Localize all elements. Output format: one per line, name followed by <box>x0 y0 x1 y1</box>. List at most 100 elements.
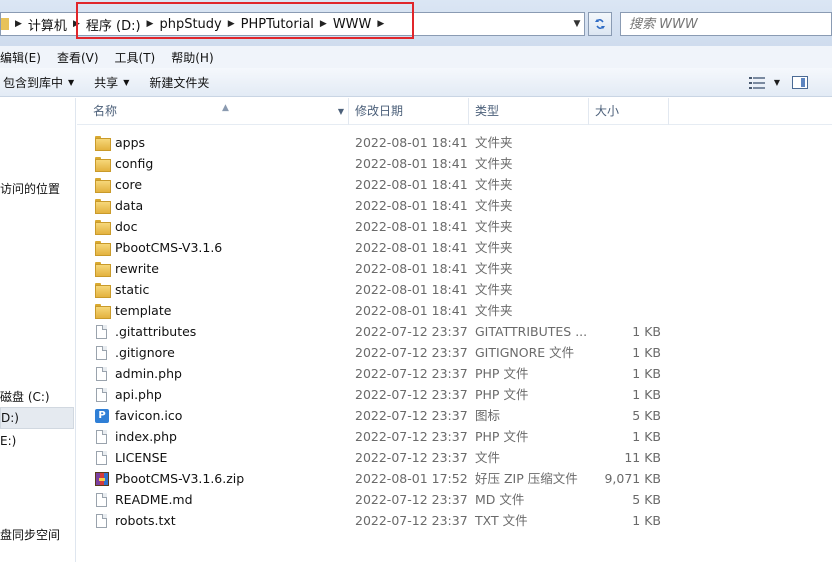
folder-icon-cell <box>95 258 111 279</box>
breadcrumb-computer[interactable]: 计算机 <box>24 15 73 34</box>
share-button[interactable]: 共享 ▼ <box>84 74 139 91</box>
file-list: apps 2022-08-01 18:41 文件夹 config 2022-08-01 … <box>77 132 832 531</box>
file-date: 2022-07-12 23:37 <box>355 492 468 507</box>
file-row[interactable]: admin.php 2022-07-12 23:37 PHP 文件 1 KB <box>77 363 832 384</box>
file-type: 文件夹 <box>475 303 513 318</box>
folder-icon <box>95 241 111 256</box>
chevron-down-icon[interactable]: ▼ <box>774 78 780 87</box>
file-name: template <box>115 303 172 318</box>
folder-icon <box>1 18 9 30</box>
file-size: 9,071 KB <box>604 471 661 486</box>
file-size: 1 KB <box>632 387 661 402</box>
file-type: 文件夹 <box>475 135 513 150</box>
address-history-dropdown[interactable]: ▼ <box>570 13 584 35</box>
search-box[interactable] <box>620 12 832 36</box>
file-size: 5 KB <box>632 492 661 507</box>
column-header-size[interactable]: 大小 <box>589 98 669 125</box>
nav-item-recent-places[interactable]: 访问的位置 <box>0 180 60 197</box>
folder-icon-cell <box>95 300 111 321</box>
file-type: PHP 文件 <box>475 366 529 381</box>
include-in-library-button[interactable]: 包含到库中 ▼ <box>0 74 84 91</box>
file-row[interactable]: .gitattributes 2022-07-12 23:37 GITATTRIBU… <box>77 321 832 342</box>
file-name: .gitattributes <box>115 324 197 339</box>
folder-icon <box>95 283 111 298</box>
file-row[interactable]: README.md 2022-07-12 23:37 MD 文件 5 KB <box>77 489 832 510</box>
search-input[interactable] <box>629 16 809 32</box>
file-type: TXT 文件 <box>475 513 528 528</box>
folder-icon-cell <box>95 195 111 216</box>
column-header-row: 名称 ▲ ▼ 修改日期 类型 大小 <box>77 98 832 125</box>
include-in-library-label: 包含到库中 <box>3 75 64 90</box>
file-row[interactable]: .gitignore 2022-07-12 23:37 GITIGNORE 文件 1 … <box>77 342 832 363</box>
folder-icon-cell <box>95 132 111 153</box>
file-date: 2022-08-01 18:41 <box>355 177 468 192</box>
chevron-down-icon[interactable]: ▼ <box>338 98 344 125</box>
file-name: LICENSE <box>115 450 168 465</box>
file-date: 2022-08-01 18:41 <box>355 261 468 276</box>
file-date: 2022-07-12 23:37 <box>355 429 468 444</box>
file-row[interactable]: PbootCMS-V3.1.6 2022-08-01 18:41 文件夹 <box>77 237 832 258</box>
column-header-type[interactable]: 类型 <box>469 98 589 125</box>
file-row[interactable]: doc 2022-08-01 18:41 文件夹 <box>77 216 832 237</box>
file-row[interactable]: LICENSE 2022-07-12 23:37 文件 11 KB <box>77 447 832 468</box>
file-name: api.php <box>115 387 162 402</box>
menu-edit[interactable]: 编辑(E) <box>0 49 49 66</box>
file-row[interactable]: api.php 2022-07-12 23:37 PHP 文件 1 KB <box>77 384 832 405</box>
chevron-right-icon[interactable]: ▶ <box>15 19 24 29</box>
address-bar-row: ▶ 计算机 ▶ 程序 (D:) ▶ phpStudy ▶ PHPTutorial… <box>0 0 832 46</box>
folder-icon <box>95 220 111 235</box>
file-size <box>595 237 661 258</box>
nav-item-drive-e[interactable]: E:) <box>0 434 16 448</box>
file-name: favicon.ico <box>115 408 183 423</box>
file-row[interactable]: index.php 2022-07-12 23:37 PHP 文件 1 KB <box>77 426 832 447</box>
file-row[interactable]: rewrite 2022-08-01 18:41 文件夹 <box>77 258 832 279</box>
share-label: 共享 <box>94 75 119 90</box>
folder-icon <box>95 157 111 172</box>
file-row[interactable]: template 2022-08-01 18:41 文件夹 <box>77 300 832 321</box>
nav-item-cloud-sync[interactable]: 盘同步空间 <box>0 526 60 543</box>
file-icon-cell <box>95 342 111 363</box>
file-row[interactable]: core 2022-08-01 18:41 文件夹 <box>77 174 832 195</box>
file-type: 文件 <box>475 450 501 465</box>
file-size: 5 KB <box>632 408 661 423</box>
change-view-button[interactable] <box>746 75 768 91</box>
file-row[interactable]: data 2022-08-01 18:41 文件夹 <box>77 195 832 216</box>
preview-pane-icon[interactable] <box>792 76 808 89</box>
file-type: 文件夹 <box>475 177 513 192</box>
file-icon-cell <box>95 489 111 510</box>
refresh-button[interactable] <box>588 12 612 36</box>
file-icon-cell <box>95 363 111 384</box>
file-type: 文件夹 <box>475 219 513 234</box>
new-folder-button[interactable]: 新建文件夹 <box>139 74 219 91</box>
column-header-date[interactable]: 修改日期 <box>349 98 469 125</box>
menu-view[interactable]: 查看(V) <box>49 49 107 66</box>
file-name: robots.txt <box>115 513 176 528</box>
folder-icon-cell <box>95 153 111 174</box>
file-row[interactable]: static 2022-08-01 18:41 文件夹 <box>77 279 832 300</box>
file-row[interactable]: Pfavicon.ico 2022-07-12 23:37 图标 5 KB <box>77 405 832 426</box>
file-name: admin.php <box>115 366 182 381</box>
file-name: config <box>115 156 154 171</box>
file-type: GITATTRIBUTES ... <box>475 324 588 339</box>
file-icon-cell <box>95 426 111 447</box>
file-row[interactable]: robots.txt 2022-07-12 23:37 TXT 文件 1 KB <box>77 510 832 531</box>
column-header-name[interactable]: 名称 ▲ ▼ <box>87 98 349 125</box>
file-name: .gitignore <box>115 345 175 360</box>
file-size <box>595 153 661 174</box>
chevron-down-icon: ▼ <box>68 77 75 87</box>
menu-help[interactable]: 帮助(H) <box>163 49 221 66</box>
file-name: static <box>115 282 150 297</box>
nav-item-drive-d[interactable]: D:) <box>0 407 74 429</box>
file-row[interactable]: apps 2022-08-01 18:41 文件夹 <box>77 132 832 153</box>
file-size <box>595 216 661 237</box>
file-row[interactable]: config 2022-08-01 18:41 文件夹 <box>77 153 832 174</box>
nav-item-drive-c[interactable]: 磁盘 (C:) <box>0 388 50 405</box>
menu-tools[interactable]: 工具(T) <box>107 49 164 66</box>
details-view-icon <box>748 76 765 89</box>
file-size: 1 KB <box>632 345 661 360</box>
file-type: 好压 ZIP 压缩文件 <box>475 471 578 486</box>
file-row[interactable]: PbootCMS-V3.1.6.zip 2022-08-01 17:52 好压 ZI… <box>77 468 832 489</box>
file-icon <box>96 345 107 360</box>
chevron-down-icon: ▼ <box>123 77 130 87</box>
file-type: 文件夹 <box>475 198 513 213</box>
